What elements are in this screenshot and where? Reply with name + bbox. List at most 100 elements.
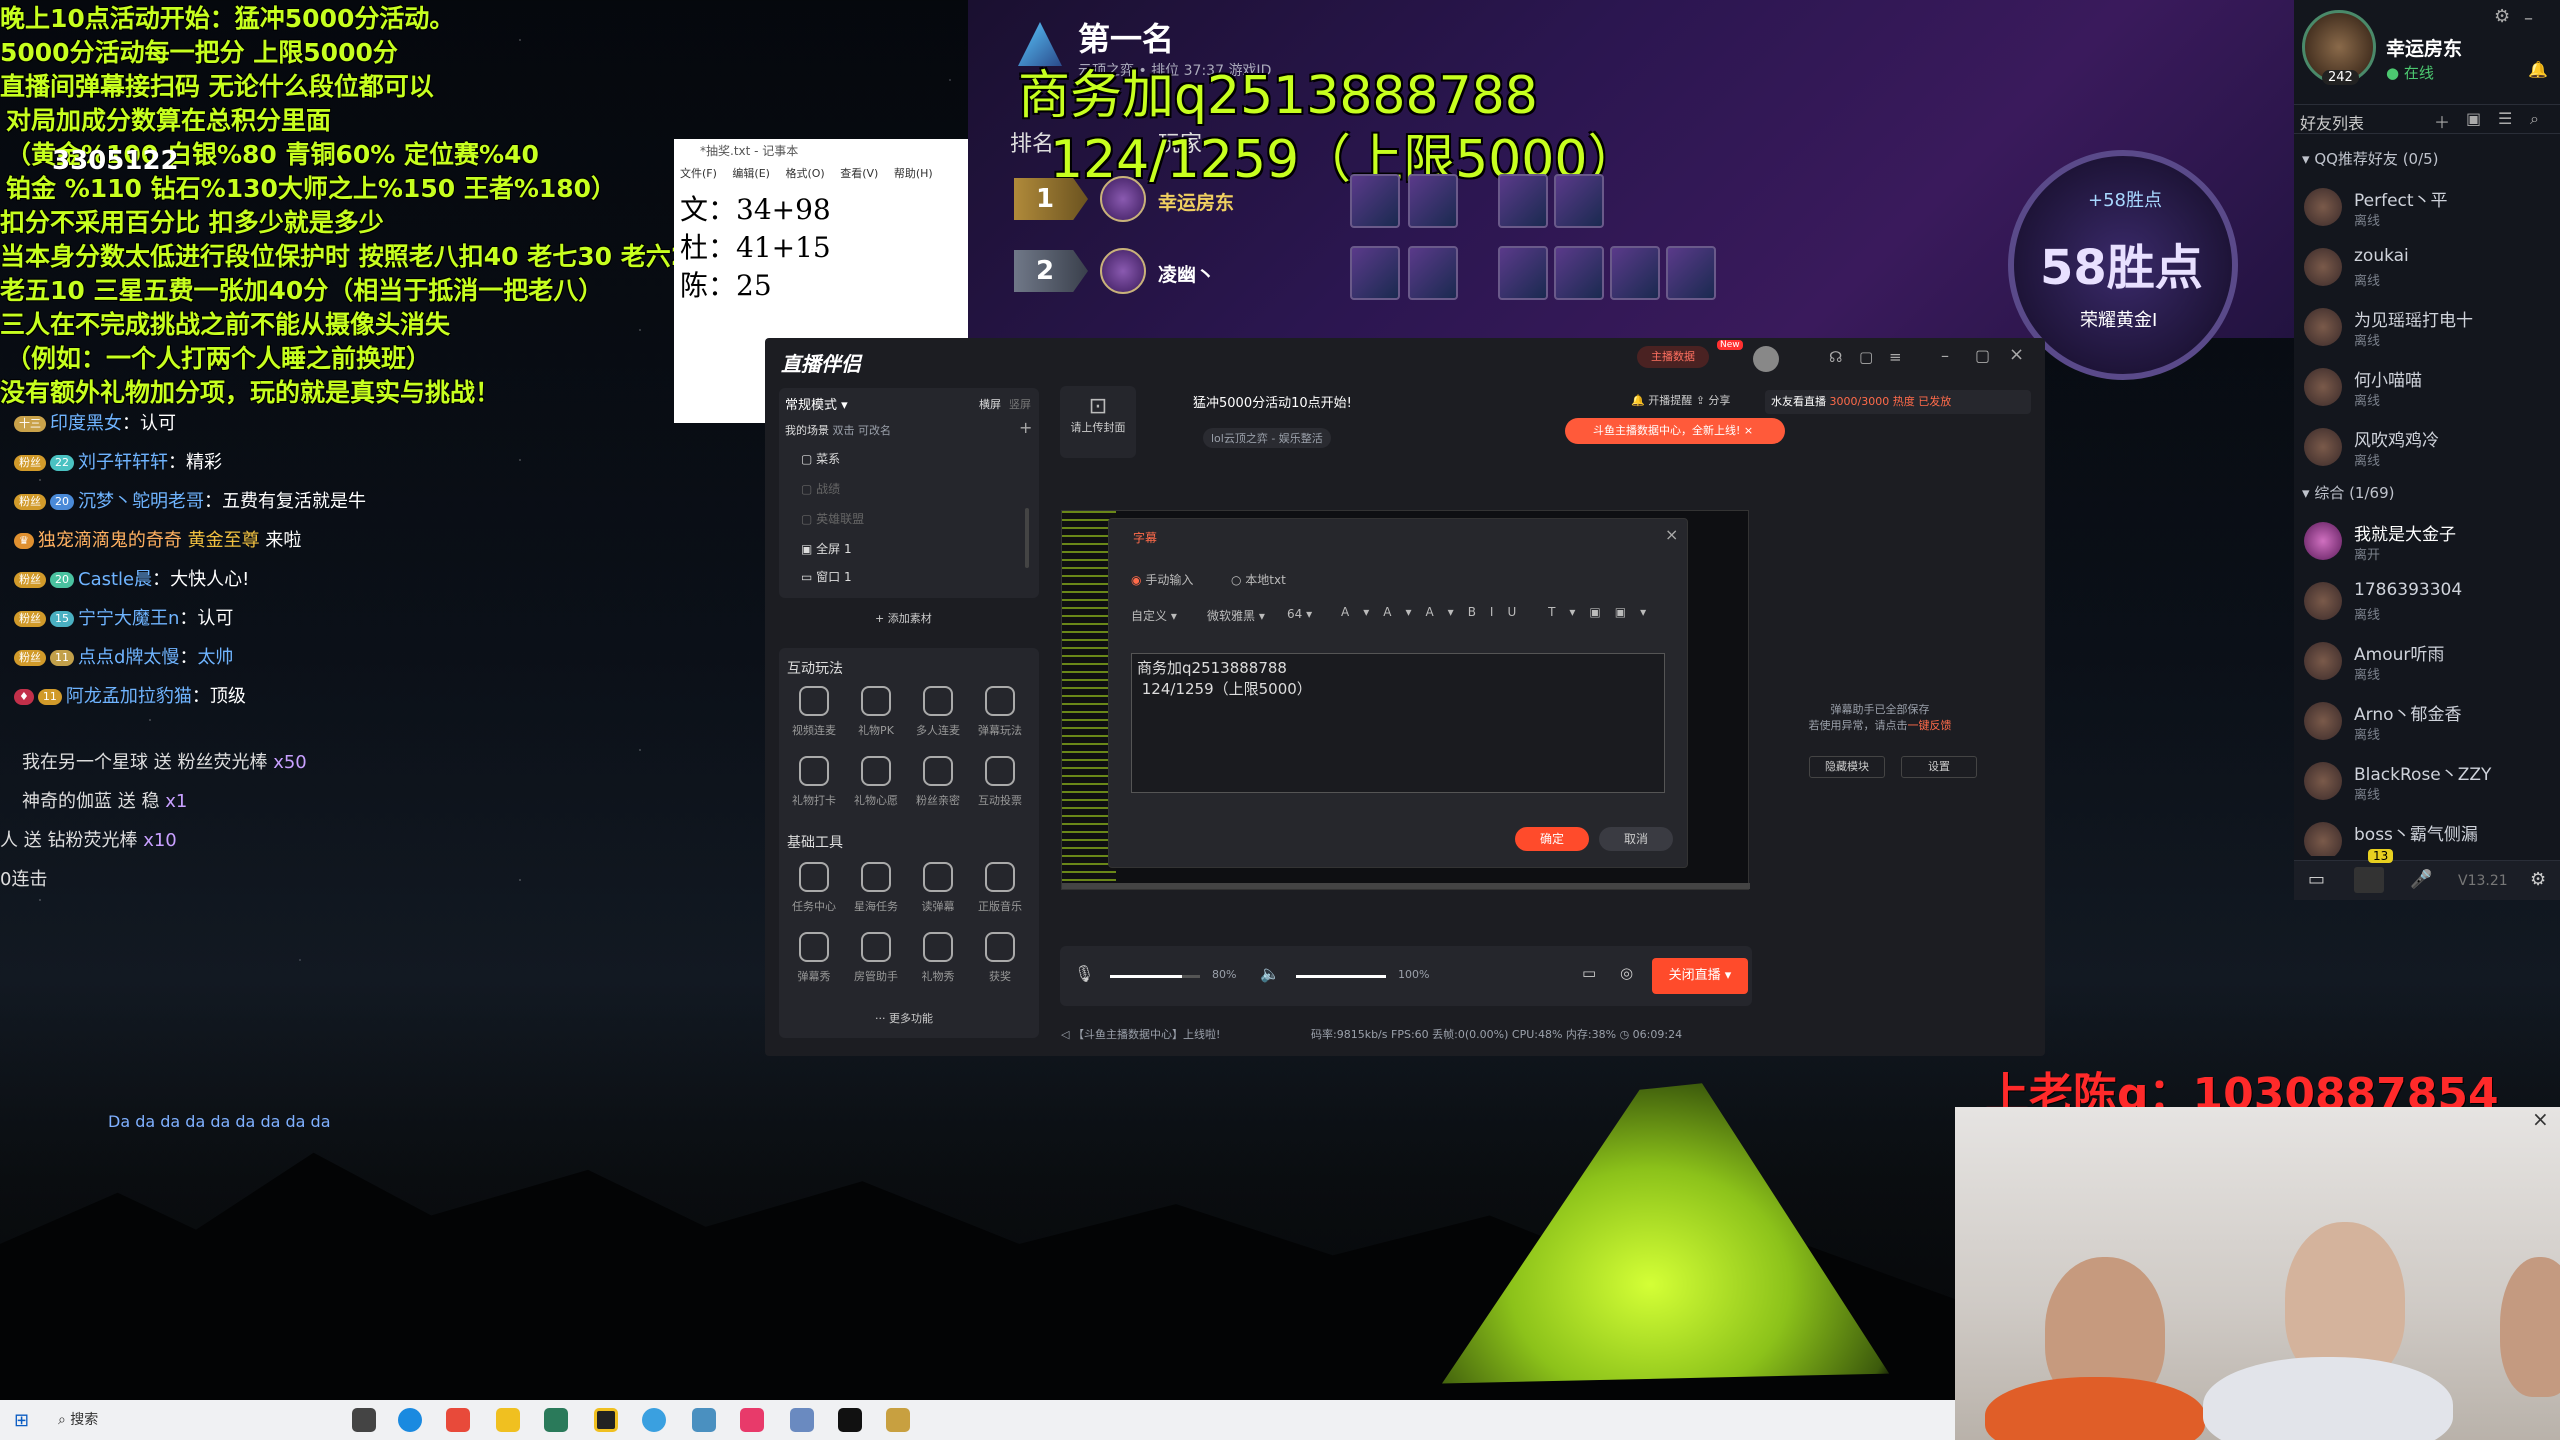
add-scene-icon[interactable]: + (1019, 418, 1032, 437)
tool-button[interactable]: 获奖 (971, 932, 1029, 984)
data-center-button[interactable]: 主播数据 (1637, 346, 1709, 368)
hide-module-button[interactable]: 隐藏模块 (1809, 756, 1885, 778)
tool-button[interactable]: 礼物PK (847, 686, 905, 738)
tool-button[interactable]: 星海任务 (847, 862, 905, 914)
chat-icon[interactable]: ▭ (2308, 869, 2325, 890)
tool-button[interactable]: 弹幕秀 (785, 932, 843, 984)
minimize-icon[interactable]: – (1941, 346, 1949, 365)
maximize-icon[interactable]: ▢ (1975, 346, 1990, 365)
friend-item[interactable]: BlackRose丶ZZY 离线 (2294, 752, 2560, 810)
app-icon[interactable] (446, 1408, 470, 1432)
close-icon[interactable]: × (2532, 1107, 2549, 1131)
add-friend-icon[interactable]: ＋ (2434, 109, 2450, 133)
scene-item[interactable]: ▣ 全屏 1 (801, 540, 852, 557)
size-select[interactable]: 64 ▾ (1287, 607, 1312, 621)
friend-item[interactable]: 何小喵喵 离线 (2294, 358, 2560, 416)
friend-item[interactable]: Arno丶郁金香 离线 (2294, 692, 2560, 750)
friend-item[interactable]: zoukai 离线 (2294, 238, 2560, 296)
settings-button[interactable]: 设置 (1901, 756, 1977, 778)
more-functions-button[interactable]: ··· 更多功能 (875, 1010, 933, 1026)
menu-help[interactable]: 帮助(H) (894, 167, 933, 180)
format-toolbar[interactable]: A▾A▾A▾BIU T▾▣▣▾ (1341, 605, 1660, 619)
bell-icon[interactable]: 🔔 (2528, 60, 2548, 79)
menu-edit[interactable]: 编辑(E) (732, 167, 770, 180)
scene-item[interactable]: ▭ 窗口 1 (801, 568, 852, 585)
folder-icon[interactable]: ▣ (2466, 109, 2481, 128)
friend-item[interactable]: Amour听雨 离线 (2294, 632, 2560, 690)
friend-item[interactable]: boss丶霸气侧漏 (2294, 812, 2560, 856)
landscape-toggle[interactable]: 横屏 (979, 396, 1001, 412)
tool-button[interactable]: 礼物秀 (909, 932, 967, 984)
speaker-icon[interactable]: 🔈 (1260, 964, 1280, 983)
tool-button[interactable]: 礼物打卡 (785, 756, 843, 808)
preview-scroll[interactable] (1062, 883, 1750, 889)
tool-button[interactable]: 读弹幕 (909, 862, 967, 914)
cover-upload[interactable]: ⊡ 请上传封面 (1060, 386, 1136, 458)
windows-start-icon[interactable]: ⊞ (14, 1410, 29, 1431)
camera-icon[interactable]: ▭ (1582, 964, 1596, 982)
app-icon[interactable] (740, 1408, 764, 1432)
confirm-button[interactable]: 确定 (1515, 827, 1589, 851)
tool-button[interactable]: 房管助手 (847, 932, 905, 984)
menu-file[interactable]: 文件(F) (680, 167, 717, 180)
app-icon[interactable] (838, 1408, 862, 1432)
tool-button[interactable]: 多人连麦 (909, 686, 967, 738)
edge-icon[interactable] (398, 1408, 422, 1432)
close-icon[interactable]: × (2009, 344, 2024, 365)
font-select[interactable]: 微软雅黑 ▾ (1207, 607, 1265, 624)
tool-button[interactable]: 粉丝亲密 (909, 756, 967, 808)
notification-icon[interactable] (2354, 867, 2384, 893)
app-icon[interactable] (594, 1408, 618, 1432)
gear-icon[interactable]: ⚙ (2494, 6, 2510, 27)
app-icon[interactable] (496, 1408, 520, 1432)
scene-item[interactable]: ▢ 菜系 (801, 450, 840, 467)
task-view-icon[interactable] (352, 1408, 376, 1432)
speaker-slider[interactable] (1296, 975, 1386, 978)
notepad-text[interactable]: 文：34+98 杜：41+15 陈：25 (674, 185, 968, 311)
menu-format[interactable]: 格式(O) (785, 167, 824, 180)
stream-title[interactable]: 猛冲5000分活动10点开始! (1193, 392, 1352, 411)
scene-item[interactable]: ▢ 英雄联盟 (801, 510, 864, 527)
friend-item[interactable]: 为见瑶瑶打电十 离线 (2294, 298, 2560, 356)
radio-manual[interactable]: ◉ 手动输入 (1131, 571, 1193, 588)
scrollbar[interactable] (1025, 508, 1029, 568)
mic-icon[interactable]: 🎤 (2410, 869, 2432, 890)
group-recommended[interactable]: ▾ QQ推荐好友 (0/5) (2302, 148, 2439, 169)
list-icon[interactable]: ☰ (2498, 109, 2512, 128)
record-icon[interactable]: ◎ (1620, 964, 1633, 982)
lol-icon[interactable] (886, 1408, 910, 1432)
close-icon[interactable]: × (1744, 424, 1753, 437)
stop-live-button[interactable]: 关闭直播 ▾ (1652, 958, 1748, 994)
layout-icon[interactable]: ▢ (1859, 348, 1873, 366)
tool-button[interactable]: 礼物心愿 (847, 756, 905, 808)
friend-item[interactable]: Perfect丶平 离线 (2294, 178, 2560, 236)
app-icon[interactable] (790, 1408, 814, 1432)
stream-category[interactable]: lol云顶之弈 - 娱乐整活 (1203, 428, 1331, 448)
settings-icon[interactable]: ⚙ (2530, 869, 2546, 890)
toast-banner[interactable]: 斗鱼主播数据中心，全新上线! × (1565, 418, 1785, 444)
minimize-icon[interactable]: – (2524, 8, 2533, 29)
tool-button[interactable]: 正版音乐 (971, 862, 1029, 914)
radio-local-txt[interactable]: ○ 本地txt (1231, 571, 1286, 588)
search-icon[interactable]: ⌕ (2530, 109, 2539, 129)
tool-button[interactable]: 弹幕玩法 (971, 686, 1029, 738)
headset-icon[interactable]: ☊ (1829, 348, 1842, 366)
friend-item[interactable]: 1786393304 离线 (2294, 572, 2560, 630)
add-material-button[interactable]: + 添加素材 (875, 610, 932, 626)
user-avatar[interactable] (1753, 346, 1779, 372)
close-icon[interactable]: × (1665, 525, 1678, 544)
cancel-button[interactable]: 取消 (1599, 827, 1673, 851)
app-icon[interactable] (692, 1408, 716, 1432)
watch-stat[interactable]: 水友看直播 3000/3000 热度 已发放 (1765, 390, 2031, 414)
app-icon[interactable] (642, 1408, 666, 1432)
tool-button[interactable]: 任务中心 (785, 862, 843, 914)
friend-item[interactable]: 风吹鸡鸡冷 离线 (2294, 418, 2560, 476)
group-general[interactable]: ▾ 综合 (1/69) (2302, 482, 2394, 503)
tool-button[interactable]: 视频连麦 (785, 686, 843, 738)
portrait-toggle[interactable]: 竖屏 (1009, 396, 1031, 412)
friend-item[interactable]: 我就是大金子 离开 (2294, 512, 2560, 570)
mode-select[interactable]: 常规模式 ▾ (785, 394, 848, 413)
tool-button[interactable]: 互动投票 (971, 756, 1029, 808)
app-icon[interactable] (544, 1408, 568, 1432)
menu-view[interactable]: 查看(V) (840, 167, 878, 180)
